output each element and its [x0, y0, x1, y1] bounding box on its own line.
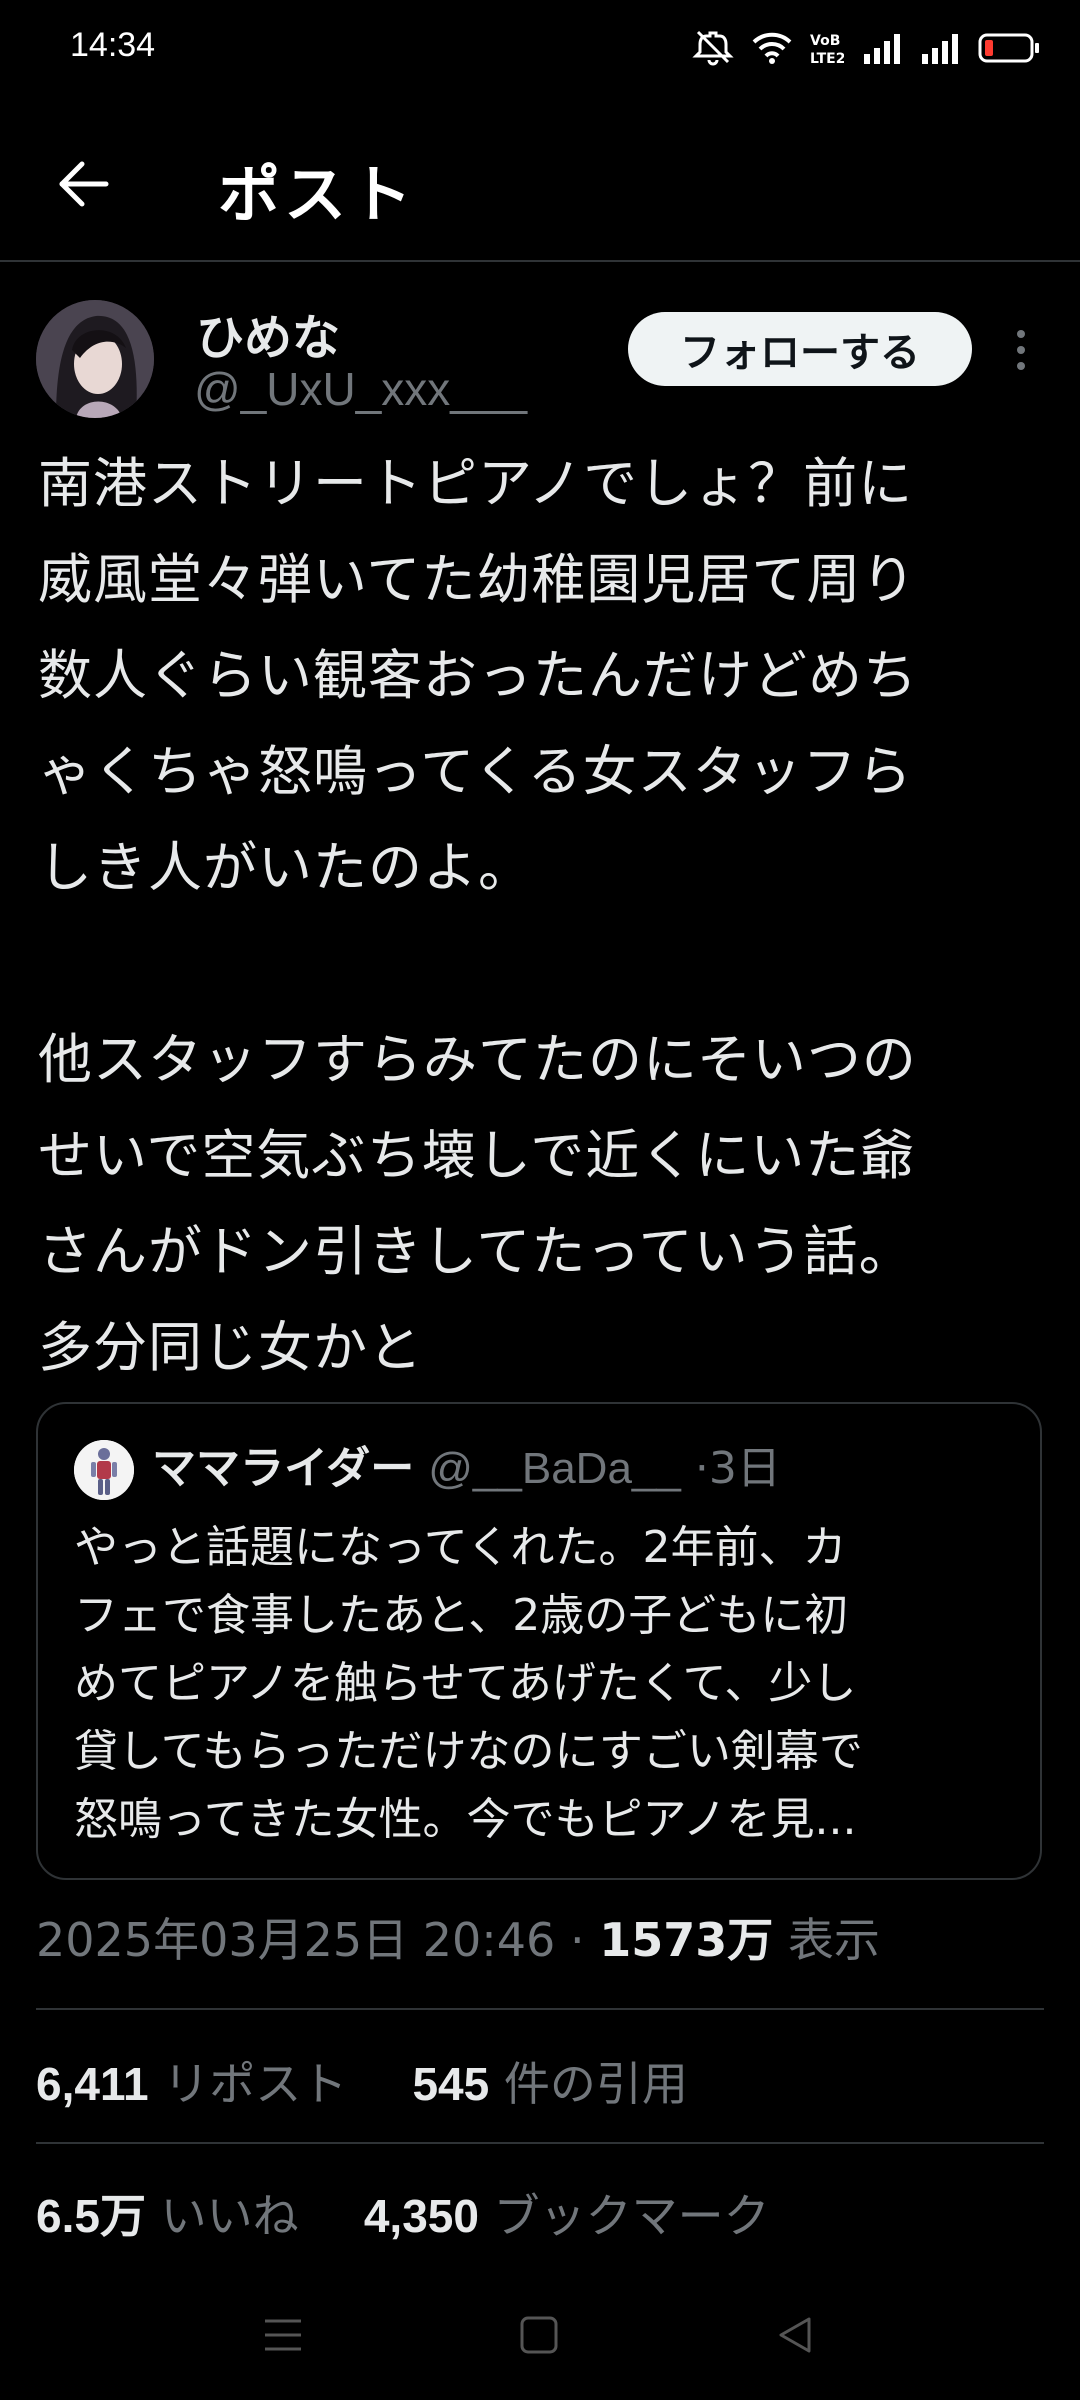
volte-icon: VoB LTE2 — [810, 30, 844, 66]
quotes-link[interactable]: 545 件の引用 — [398, 2057, 688, 2111]
avatar[interactable] — [36, 300, 154, 418]
back-triangle-icon[interactable] — [750, 2290, 840, 2380]
top-app-bar: ポスト — [0, 110, 1080, 262]
back-button[interactable] — [48, 148, 120, 220]
timestamp-separator: · — [569, 1913, 585, 1967]
views-label: 表示 — [787, 1913, 880, 1967]
author-display-name[interactable]: ひめな — [196, 298, 340, 368]
wifi-icon — [752, 32, 792, 64]
quotes-count: 545 — [412, 2058, 490, 2110]
post-text: 南港ストリートピアノでしょ？前に 威風堂々弾いてた幼稚園児居て周り 数人ぐらい観… — [38, 452, 918, 1379]
mute-icon — [692, 30, 734, 66]
quote-text: やっと話題になってくれた。2年前、カ フェで食事したあと、2歳の子どもに初 めて… — [74, 1522, 863, 1845]
follow-button[interactable]: フォローする — [628, 312, 972, 386]
divider — [36, 2142, 1044, 2144]
quote-time: 3日 — [708, 1443, 781, 1494]
reposts-link[interactable]: 6,411 リポスト — [36, 2057, 362, 2111]
reposts-count: 6,411 — [36, 2058, 149, 2110]
status-icons: VoB LTE2 — [692, 28, 1040, 68]
quoted-post-card[interactable]: ママライダー @__BaDa__ ·3日 やっと話題になってくれた。2年前、カ … — [36, 1402, 1042, 1880]
signal-icon — [862, 32, 902, 64]
views-count: 1573万 — [599, 1913, 774, 1967]
menu-icon[interactable] — [238, 2290, 328, 2380]
svg-text:LTE2: LTE2 — [810, 51, 844, 66]
timestamp-row: 2025年03月25日 20:46 · 1573万 表示 — [36, 1904, 1046, 1970]
bookmarks-count: 4,350 — [363, 2190, 479, 2242]
likes-count: 6.5万 — [36, 2190, 146, 2242]
system-nav-bar — [0, 2290, 1080, 2380]
page-title: ポスト — [218, 158, 417, 231]
likes-link[interactable]: 6.5万 いいね — [36, 2189, 313, 2243]
quote-handle: @__BaDa__ — [428, 1444, 681, 1493]
reposts-label: リポスト — [163, 2057, 348, 2111]
battery-icon — [978, 32, 1040, 64]
svg-text:VoB: VoB — [810, 33, 840, 49]
stats-row-likes: 6.5万 いいね 4,350 ブックマーク — [36, 2180, 1046, 2246]
quote-separator: · — [694, 1443, 709, 1494]
author-handle[interactable]: @_UxU_xxx___ — [194, 362, 527, 416]
author-row: ひめな @_UxU_xxx___ フォローする — [0, 290, 1080, 430]
bookmarks-link[interactable]: 4,350 ブックマーク — [349, 2189, 770, 2243]
bookmarks-label: ブックマーク — [493, 2189, 770, 2243]
divider — [36, 2008, 1044, 2010]
more-vertical-icon[interactable] — [1006, 320, 1036, 380]
quote-header: ママライダー @__BaDa__ ·3日 — [152, 1436, 781, 1502]
status-bar: 14:34 VoB LTE2 — [0, 0, 1080, 96]
arrow-left-icon — [59, 161, 109, 207]
quotes-label: 件の引用 — [503, 2057, 688, 2111]
likes-label: いいね — [160, 2189, 299, 2243]
signal-icon — [920, 32, 960, 64]
stats-row-reposts: 6,411 リポスト 545 件の引用 — [36, 2048, 1046, 2114]
post-timestamp: 2025年03月25日 20:46 — [36, 1913, 556, 1967]
quote-display-name: ママライダー — [152, 1443, 415, 1494]
home-square-icon[interactable] — [494, 2290, 584, 2380]
status-time: 14:34 — [70, 26, 156, 64]
quote-avatar — [74, 1440, 134, 1500]
